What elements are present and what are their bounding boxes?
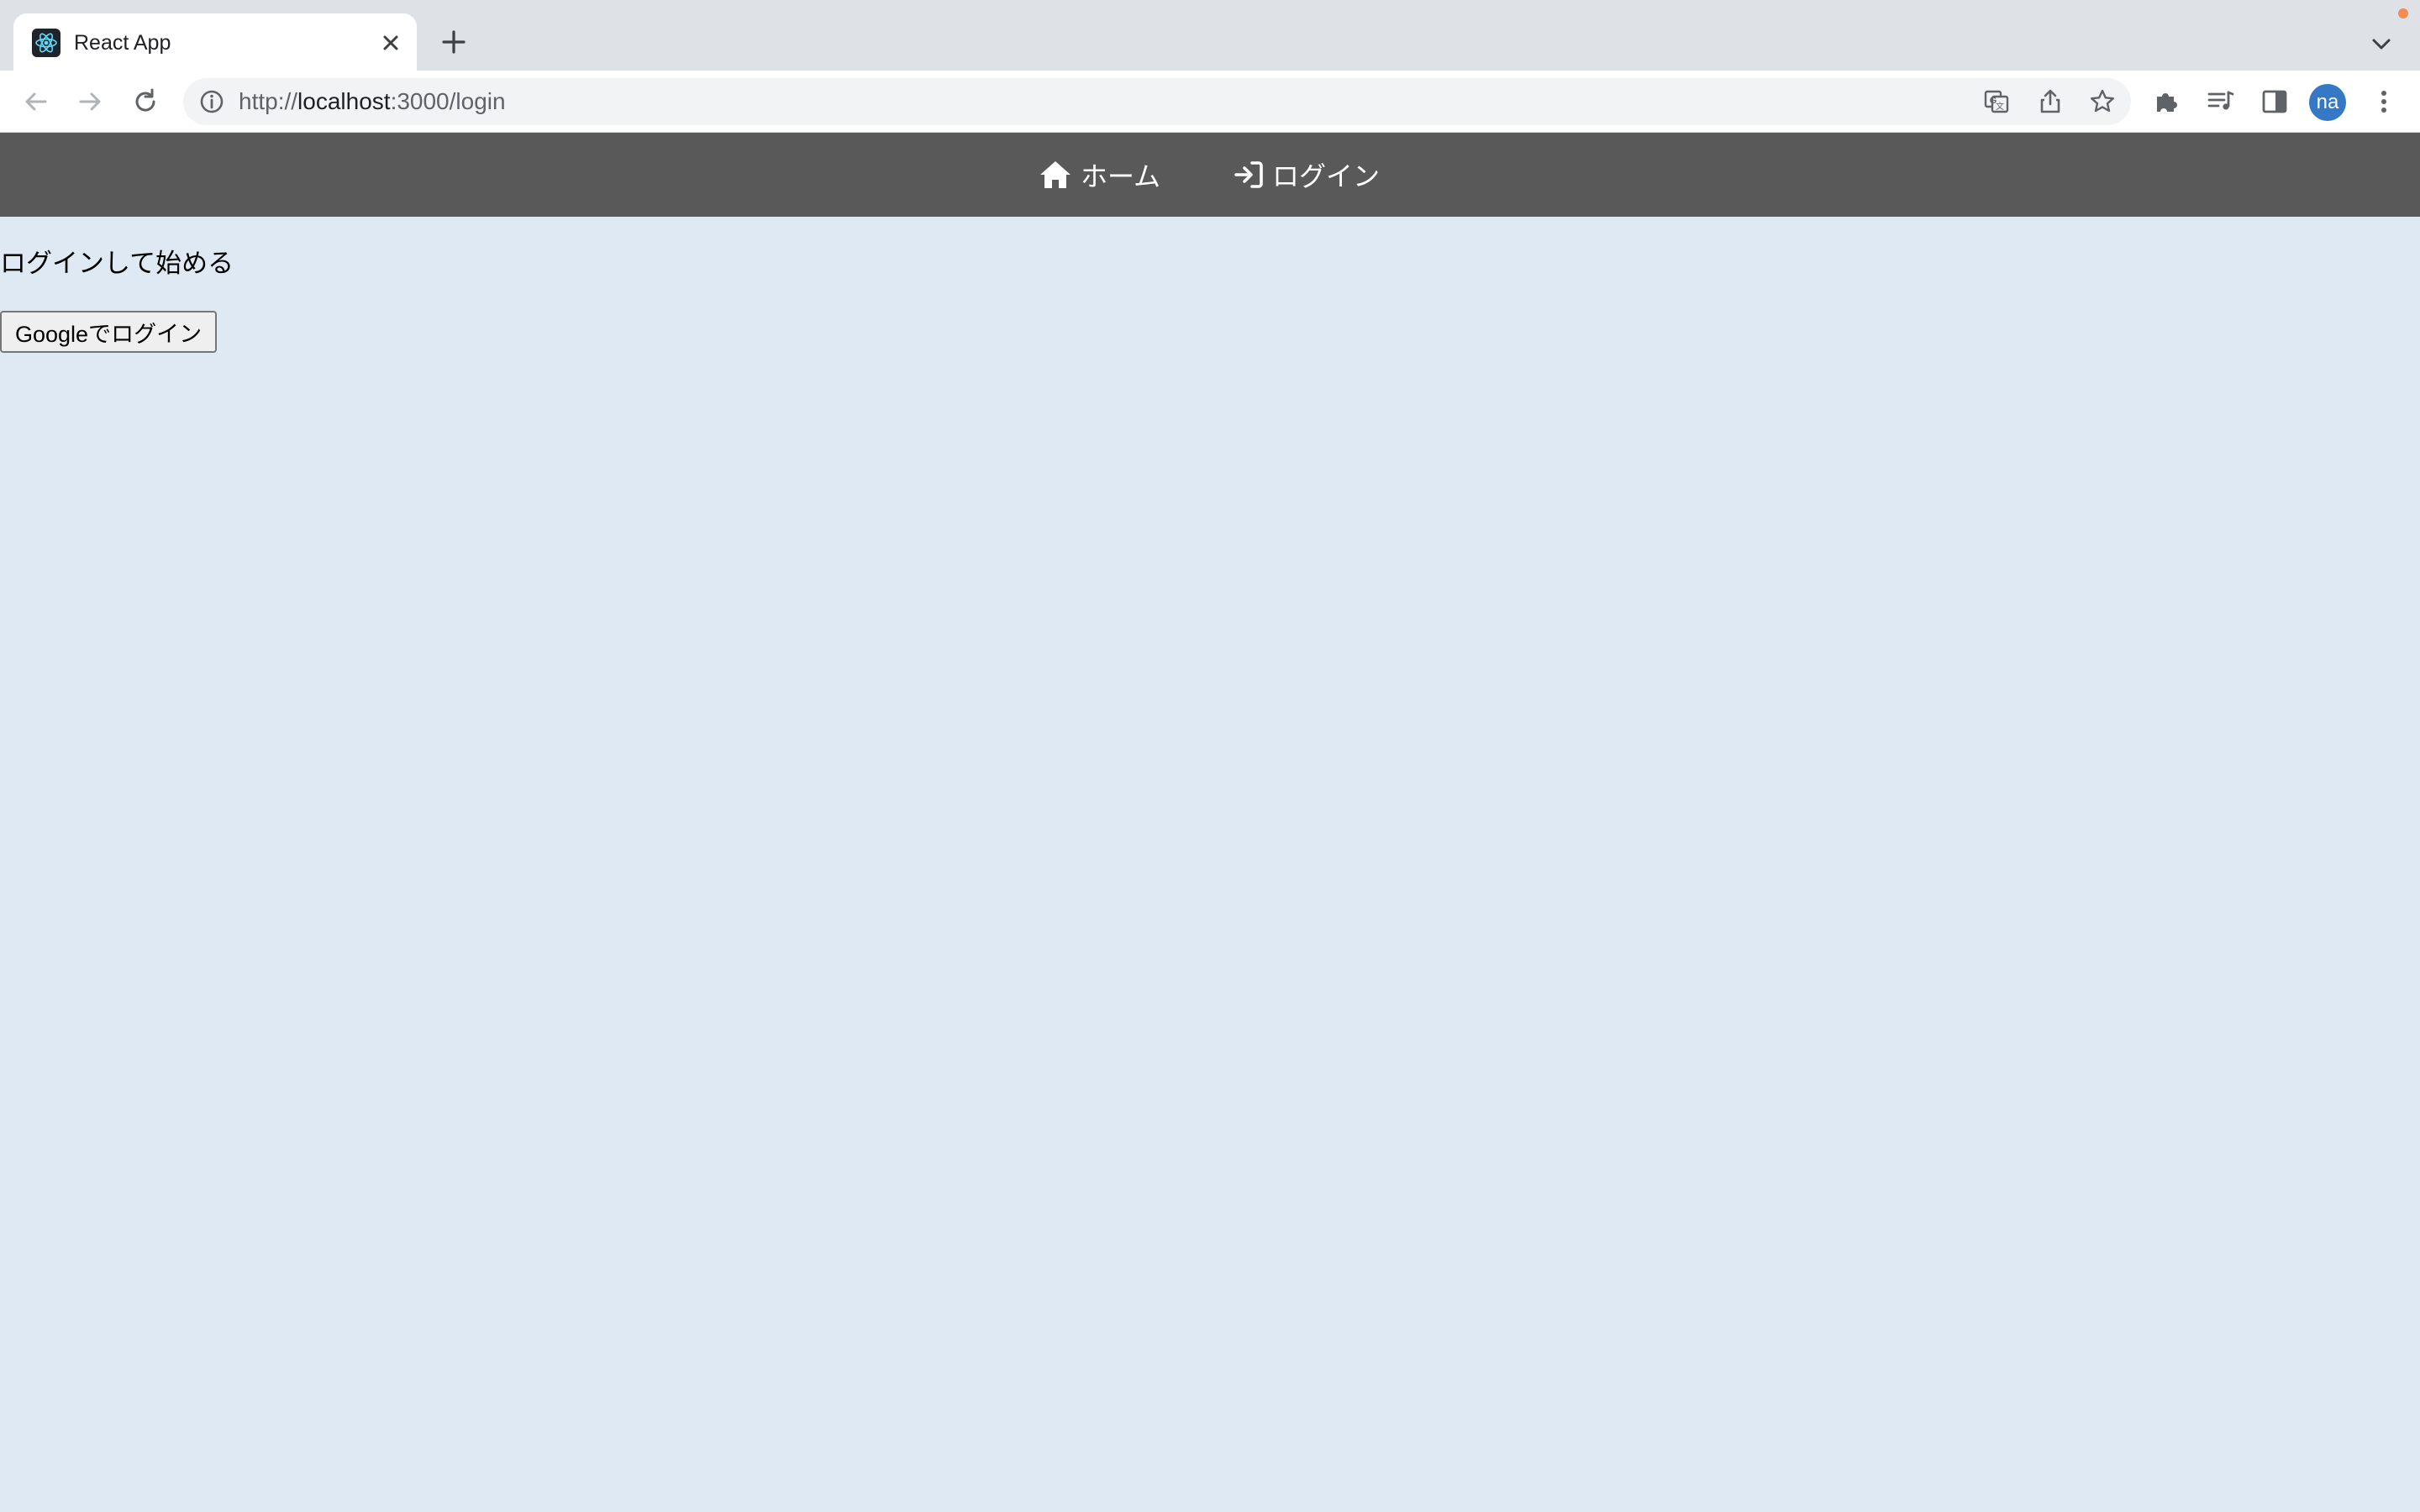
browser-tab-strip: React App — [0, 0, 2420, 71]
nav-login-link[interactable]: ログイン — [1234, 133, 1380, 217]
forward-arrow-icon[interactable] — [72, 84, 108, 119]
back-arrow-icon[interactable] — [18, 84, 54, 119]
close-icon[interactable] — [376, 29, 405, 57]
react-logo-icon — [32, 29, 60, 57]
browser-tab[interactable]: React App — [13, 13, 417, 71]
sign-in-icon — [1234, 161, 1263, 188]
app-navbar: ホーム ログイン — [0, 133, 2420, 217]
address-bar[interactable]: http://localhost:3000/login G 文 — [183, 78, 2131, 125]
google-login-button[interactable]: Googleでログイン — [0, 311, 218, 353]
profile-avatar[interactable]: na — [2309, 84, 2346, 121]
extensions-puzzle-icon[interactable] — [2149, 84, 2185, 119]
browser-toolbar: http://localhost:3000/login G 文 na — [0, 71, 2420, 133]
notification-dot — [2398, 8, 2408, 18]
share-icon[interactable] — [2035, 87, 2065, 117]
media-playlist-icon[interactable] — [2203, 84, 2238, 119]
nav-home-link[interactable]: ホーム — [1039, 133, 1160, 217]
side-panel-icon[interactable] — [2257, 84, 2292, 119]
web-page: ホーム ログイン ログインして始める Googleでログイン — [0, 133, 2420, 1512]
site-info-icon[interactable] — [197, 87, 227, 117]
new-tab-plus-icon[interactable] — [437, 25, 471, 59]
tab-title: React App — [74, 31, 171, 55]
bookmark-star-icon[interactable] — [2087, 87, 2118, 117]
more-vertical-icon[interactable] — [2366, 84, 2402, 119]
url-text: http://localhost:3000/login — [239, 88, 506, 114]
chevron-down-icon[interactable] — [2366, 29, 2396, 59]
svg-text:文: 文 — [1996, 101, 2004, 112]
translate-icon[interactable]: G 文 — [1981, 87, 2012, 117]
login-heading: ログインして始める — [0, 249, 234, 278]
reload-icon[interactable] — [128, 84, 163, 119]
nav-login-label: ログイン — [1272, 161, 1381, 192]
home-icon — [1040, 161, 1071, 188]
nav-home-label: ホーム — [1081, 161, 1161, 192]
